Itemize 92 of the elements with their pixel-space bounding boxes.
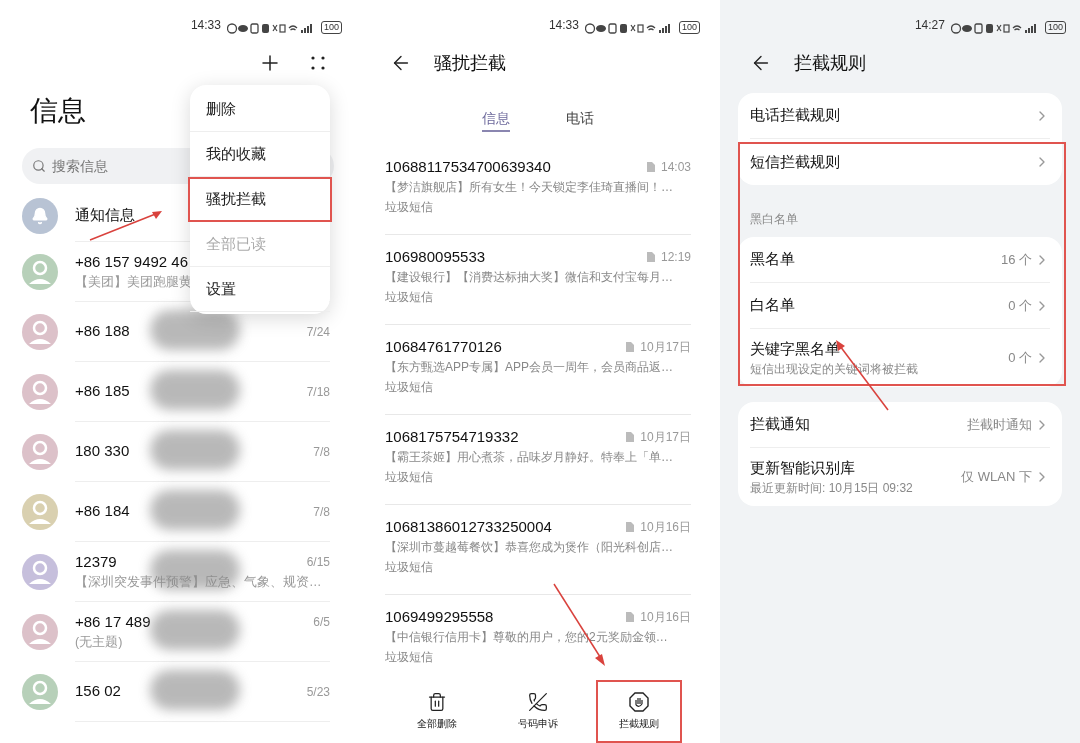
sender-number: 106980095533: [385, 246, 486, 267]
contact-name: 156 02: [75, 681, 121, 702]
message-time: 12:19: [660, 249, 691, 266]
sender-number: 1068175754719332: [385, 426, 519, 447]
message-date: 7/8: [313, 443, 330, 461]
message-date: 6/5: [313, 614, 330, 632]
more-icon[interactable]: [310, 55, 326, 71]
spam-label: 垃圾短信: [385, 559, 434, 576]
search-icon: [32, 159, 46, 173]
row-title: 更新智能识别库: [750, 457, 856, 478]
contact-name: +86 188: [75, 321, 130, 342]
menu-item[interactable]: 骚扰拦截: [188, 177, 332, 222]
row-value: 仅 WLAN 下: [961, 468, 1032, 487]
settings-row[interactable]: 关键字黑名单 短信出现设定的关键词将被拦截 0 个: [750, 329, 1050, 387]
message-preview: 【深圳市蔓越莓餐饮】恭喜您成为煲作（阳光科创店…: [385, 539, 673, 556]
row-title: 关键字黑名单: [750, 338, 841, 359]
phone-blocked-icon: [528, 692, 548, 712]
sender-number: 1069499295558: [385, 606, 494, 627]
row-subtitle: 最近更新时间: 10月15日 09:32: [750, 480, 913, 498]
battery-indicator: 100: [320, 21, 342, 34]
settings-row[interactable]: 更新智能识别库 最近更新时间: 10月15日 09:32 仅 WLAN 下: [750, 448, 1050, 506]
settings-row[interactable]: 黑名单 16 个: [750, 237, 1050, 283]
contact-name: +86 157 9492 46: [75, 251, 189, 272]
contact-name: +86 185: [75, 381, 130, 402]
page-title: 拦截规则: [794, 51, 866, 75]
settings-row[interactable]: 短信拦截规则: [750, 139, 1050, 185]
menu-item[interactable]: 我的收藏: [190, 132, 330, 177]
settings-row[interactable]: 拦截通知 拦截时通知: [750, 402, 1050, 448]
trash-icon: [427, 692, 448, 712]
message-date: 7/18: [306, 383, 330, 401]
message-time: 10月16日: [640, 519, 691, 536]
row-title: 短信拦截规则: [750, 151, 840, 172]
status-time: 14:33: [190, 17, 221, 34]
settings-row[interactable]: 电话拦截规则: [750, 93, 1050, 139]
message-time: 10月16日: [640, 609, 691, 626]
sim-icon: [646, 252, 655, 262]
contact-name: 180 330: [75, 441, 130, 462]
battery-indicator: 100: [1044, 21, 1066, 34]
sender-number: 10681386012733250004: [385, 516, 552, 537]
message-preview: 【霸王茶姬】用心煮茶，品味岁月静好。特奉上「单…: [385, 449, 673, 466]
message-time: 10月17日: [640, 429, 691, 446]
spam-label: 垃圾短信: [385, 289, 434, 306]
status-time: 14:27: [914, 17, 945, 34]
sender-number: 10684761770126: [385, 336, 502, 357]
message-date: 7/24: [306, 323, 330, 341]
message-date: 6/15: [306, 554, 330, 572]
status-time: 14:33: [548, 17, 579, 34]
message-date: 5/23: [306, 683, 330, 701]
message-time: 10月17日: [640, 339, 691, 356]
sim-icon: [626, 342, 635, 352]
row-value: 拦截时通知: [967, 415, 1032, 434]
menu-item[interactable]: 删除: [190, 87, 330, 132]
sim-icon: [626, 522, 635, 532]
spam-label: 垃圾短信: [385, 469, 434, 486]
message-preview: 【梦洁旗舰店】所有女生！今天锁定李佳琦直播间！…: [385, 179, 673, 196]
message-preview: 【建设银行】【消费达标抽大奖】微信和支付宝每月…: [385, 269, 673, 286]
sender-number: 10688117534700639340: [385, 156, 551, 177]
message-preview: 【东方甄选APP专属】APP会员一周年，会员商品返…: [385, 359, 674, 376]
toolbar-button[interactable]: 拦截规则: [595, 680, 682, 743]
settings-row[interactable]: 白名单 0 个: [750, 283, 1050, 329]
tab[interactable]: 信息: [482, 106, 510, 132]
page-title: 骚扰拦截: [434, 51, 506, 75]
row-title: 电话拦截规则: [750, 105, 840, 126]
spam-label: 垃圾短信: [385, 649, 434, 666]
sim-icon: [626, 612, 635, 622]
row-title: 拦截通知: [750, 414, 810, 435]
toolbar-button[interactable]: 全部删除: [394, 680, 481, 743]
row-value: 0 个: [1008, 296, 1032, 315]
row-value: 0 个: [1008, 349, 1032, 368]
contact-name: +86 17 489: [75, 611, 151, 632]
battery-indicator: 100: [678, 21, 700, 34]
sim-icon: [646, 162, 655, 172]
toolbar-button[interactable]: 号码申诉: [495, 680, 581, 743]
contact-name: 通知信息: [75, 205, 135, 226]
message-time: 14:03: [660, 159, 691, 176]
row-value: 16 个: [1000, 250, 1032, 269]
row-title: 白名单: [750, 295, 795, 316]
sim-icon: [626, 432, 635, 442]
tab[interactable]: 电话: [566, 106, 594, 132]
message-date: 7/8: [313, 503, 330, 521]
contact-name: +86 184: [75, 501, 130, 522]
section-label: 黑白名单: [749, 211, 799, 228]
message-preview: (无主题): [75, 634, 123, 652]
menu-item[interactable]: 设置: [190, 267, 330, 312]
row-title: 黑名单: [750, 249, 795, 270]
contact-name: 12379: [75, 551, 117, 572]
hand-stop-icon: [628, 692, 649, 712]
row-subtitle: 短信出现设定的关键词将被拦截: [750, 361, 918, 379]
message-preview: 【美团】美团跑腿黄: [75, 274, 192, 292]
spam-label: 垃圾短信: [385, 199, 434, 216]
spam-label: 垃圾短信: [385, 379, 434, 396]
page-title: 信息: [30, 94, 86, 128]
